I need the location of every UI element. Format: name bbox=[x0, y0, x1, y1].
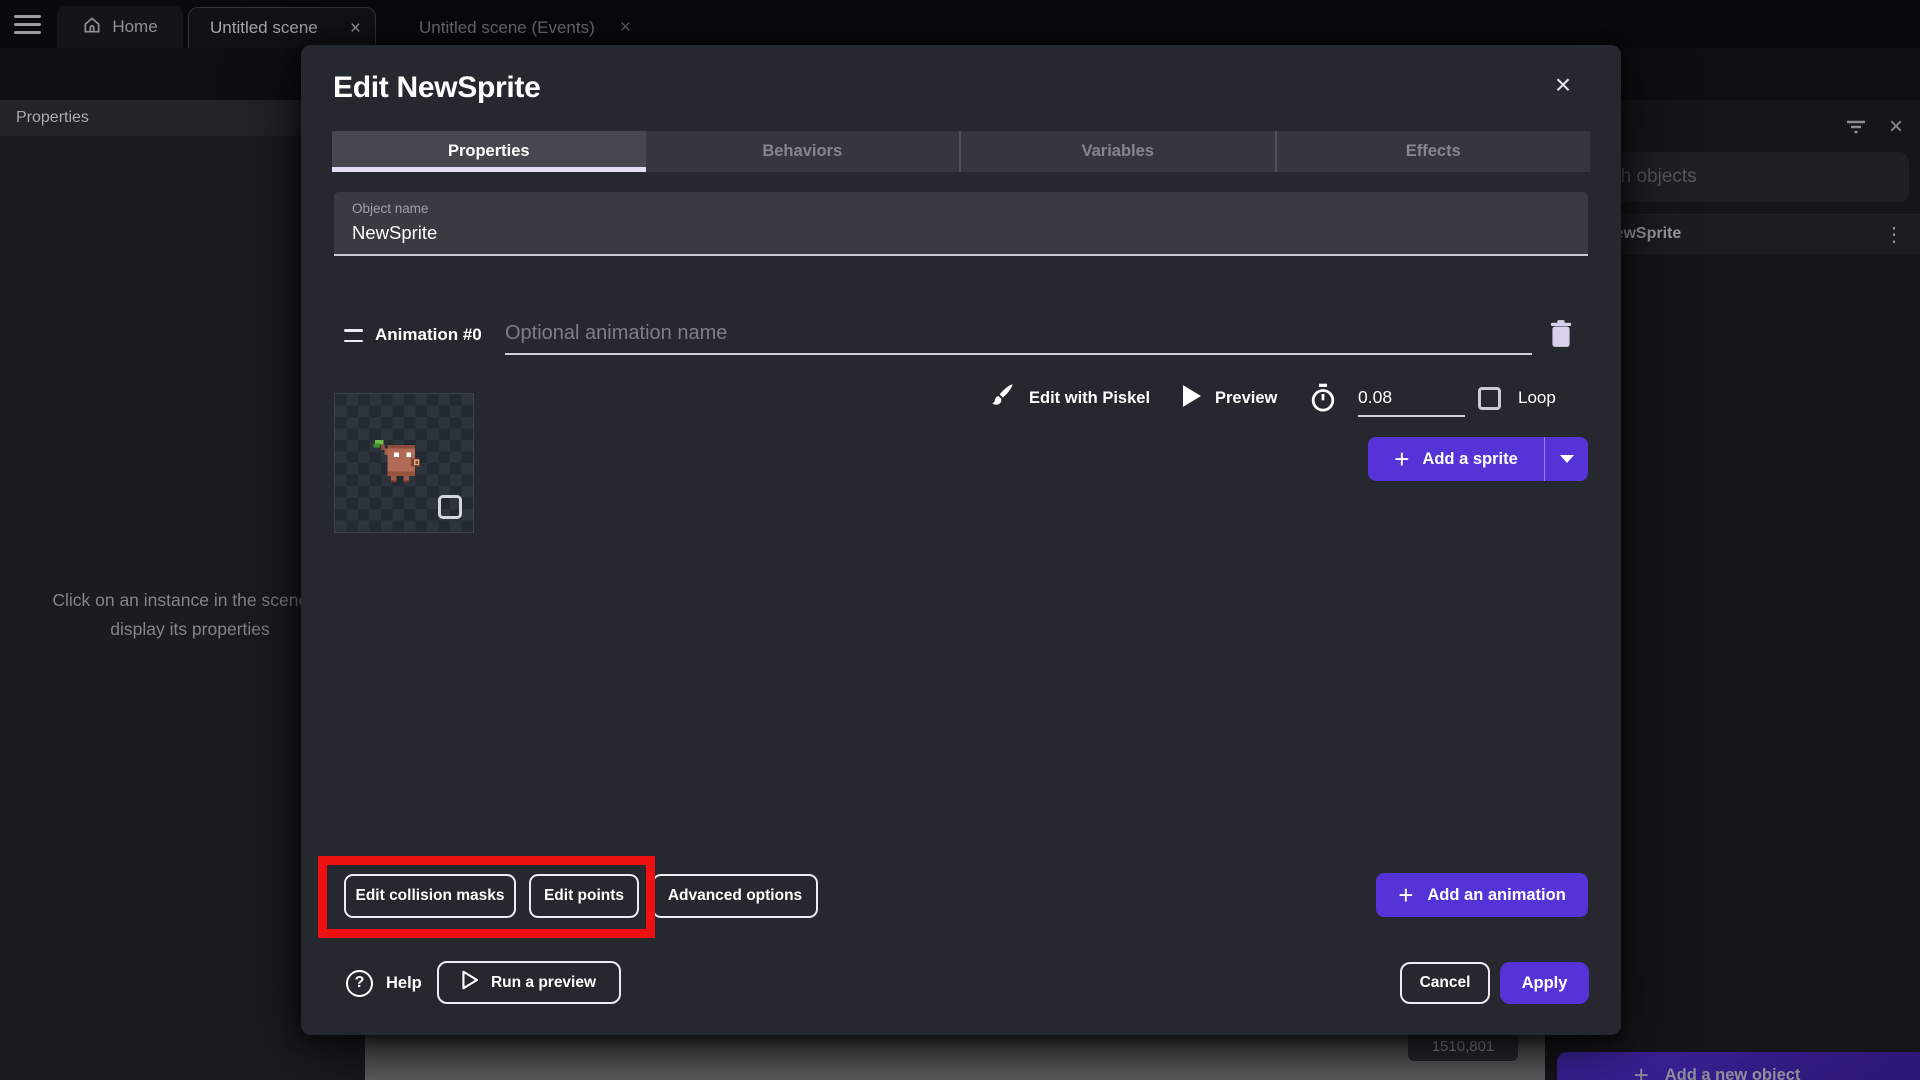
app-screen: Home Untitled scene × Untitled scene (Ev… bbox=[0, 0, 1920, 1080]
run-preview-button[interactable]: Run a preview bbox=[437, 961, 621, 1004]
close-tab-icon[interactable]: × bbox=[620, 18, 631, 37]
add-sprite-split-button: + Add a sprite bbox=[1368, 437, 1588, 481]
frame-duration-input[interactable] bbox=[1358, 379, 1465, 417]
add-new-object-button[interactable]: + Add a new object bbox=[1557, 1052, 1920, 1080]
tab-behaviors[interactable]: Behaviors bbox=[646, 131, 960, 172]
object-item-menu-icon[interactable]: ⋮ bbox=[1884, 222, 1904, 247]
checkbox-icon bbox=[1478, 386, 1501, 410]
animation-name-input[interactable] bbox=[505, 313, 1532, 355]
tab-untitled-scene[interactable]: Untitled scene × bbox=[188, 7, 376, 48]
add-sprite-dropdown-button[interactable] bbox=[1544, 437, 1588, 481]
plus-icon: + bbox=[1398, 880, 1414, 910]
piglet-sprite-image bbox=[371, 436, 429, 490]
add-sprite-label: Add a sprite bbox=[1422, 449, 1518, 468]
dialog-tabs: Properties Behaviors Variables Effects bbox=[332, 131, 1590, 172]
tab-home-label: Home bbox=[112, 17, 158, 36]
close-panel-icon[interactable]: × bbox=[1883, 114, 1909, 140]
tab-home[interactable]: Home bbox=[57, 6, 183, 48]
brush-icon bbox=[989, 382, 1016, 414]
add-animation-button[interactable]: + Add an animation bbox=[1376, 873, 1588, 917]
scene-canvas[interactable] bbox=[365, 1035, 1545, 1080]
cancel-button[interactable]: Cancel bbox=[1400, 962, 1490, 1004]
filter-icon[interactable] bbox=[1843, 114, 1869, 140]
animation-row: Animation #0 bbox=[334, 313, 1588, 359]
tab-properties[interactable]: Properties bbox=[332, 131, 646, 172]
home-icon bbox=[82, 15, 102, 40]
sprite-frame-thumbnail[interactable] bbox=[334, 393, 474, 533]
delete-animation-icon[interactable] bbox=[1548, 319, 1574, 351]
animation-label: Animation #0 bbox=[375, 325, 482, 344]
preview-button[interactable]: Preview bbox=[1183, 375, 1277, 421]
help-icon: ? bbox=[346, 969, 373, 997]
advanced-options-button[interactable]: Advanced options bbox=[652, 874, 818, 918]
object-name-field[interactable]: Object name bbox=[334, 192, 1588, 256]
loop-checkbox[interactable] bbox=[1478, 375, 1501, 421]
tab-effects[interactable]: Effects bbox=[1274, 131, 1591, 172]
plus-icon: + bbox=[1394, 444, 1410, 474]
help-button[interactable]: ? Help bbox=[346, 961, 422, 1005]
edit-with-piskel-button[interactable]: Edit with Piskel bbox=[989, 375, 1150, 421]
tab-events-label: Untitled scene (Events) bbox=[419, 17, 595, 37]
properties-panel-title: Properties bbox=[16, 109, 89, 126]
main-menu-button[interactable] bbox=[14, 15, 41, 34]
top-tab-bar: Home Untitled scene × Untitled scene (Ev… bbox=[0, 0, 1920, 48]
play-icon bbox=[1183, 384, 1201, 412]
object-name-input[interactable] bbox=[352, 222, 1570, 244]
timer-icon bbox=[1309, 375, 1337, 421]
play-outline-icon bbox=[462, 970, 479, 995]
object-name-label: Object name bbox=[352, 201, 429, 216]
add-sprite-button[interactable]: + Add a sprite bbox=[1368, 437, 1544, 481]
tab-untitled-scene-events[interactable]: Untitled scene (Events) × bbox=[395, 7, 645, 48]
dialog-title: Edit NewSprite bbox=[333, 71, 541, 104]
loop-label: Loop bbox=[1518, 388, 1556, 407]
add-new-object-label: Add a new object bbox=[1664, 1065, 1801, 1080]
chevron-down-icon bbox=[1559, 455, 1574, 463]
add-animation-label: Add an animation bbox=[1427, 885, 1566, 904]
frame-select-checkbox[interactable] bbox=[438, 495, 462, 519]
apply-button[interactable]: Apply bbox=[1500, 962, 1589, 1004]
tab-scene-label: Untitled scene bbox=[210, 18, 318, 37]
animation-tools-row: Edit with Piskel Preview Loop bbox=[301, 375, 1621, 421]
plus-icon: + bbox=[1633, 1059, 1649, 1080]
annotation-highlight-rectangle bbox=[318, 856, 655, 938]
close-tab-icon[interactable]: × bbox=[350, 19, 361, 38]
dialog-close-icon[interactable]: × bbox=[1545, 67, 1581, 103]
drag-handle-icon[interactable] bbox=[344, 329, 363, 342]
tab-variables[interactable]: Variables bbox=[959, 131, 1275, 172]
cursor-coordinates-badge: 1510,801 bbox=[1408, 1031, 1518, 1061]
